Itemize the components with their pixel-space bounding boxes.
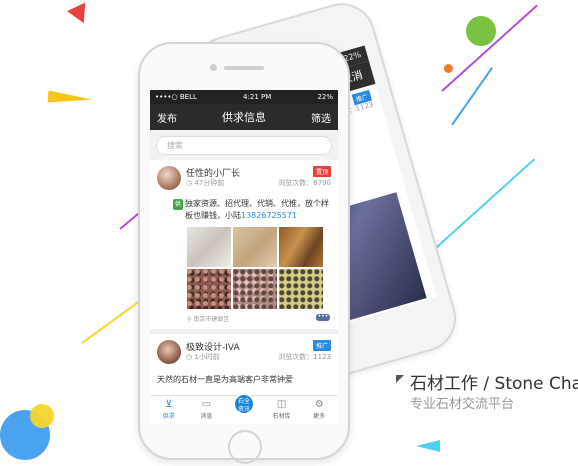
post-location: ⚲ 南京市建邺区 bbox=[187, 316, 230, 323]
view-count: 浏览次数：6790 bbox=[278, 179, 331, 187]
brand-corner-mark bbox=[396, 375, 404, 383]
pinned-badge: 置顶 bbox=[312, 166, 331, 177]
brand-title: 石材工作 / Stone Chat bbox=[410, 374, 578, 394]
app-screen: ••••○ BELL 4:21 PM 22% 发布 供求信息 筛选 搜索 任性的… bbox=[150, 90, 338, 424]
tab-stone-news[interactable]: 石全 资讯 bbox=[225, 393, 263, 424]
post-card[interactable]: 极致设计-IVA ◷ 1小时前 推广 浏览次数：1123 天然的石材一直是为高端… bbox=[150, 334, 338, 389]
stone-image-brown-onyx[interactable] bbox=[279, 227, 323, 267]
front-phone: ••••○ BELL 4:21 PM 22% 发布 供求信息 筛选 搜索 任性的… bbox=[138, 42, 350, 464]
filter-button[interactable]: 筛选 bbox=[311, 110, 331, 125]
avatar[interactable] bbox=[157, 166, 181, 190]
stone-news-center-button[interactable]: 石全 资讯 bbox=[232, 393, 255, 415]
stone-image-yellow-granite[interactable] bbox=[279, 269, 323, 309]
cyan-triangle-decoration bbox=[416, 440, 440, 452]
nav-bar: 发布 供求信息 筛选 bbox=[150, 104, 338, 130]
tab-bar: ⊻ 供求 ▭ 消息 石全 资讯 ◫ 石材库 ⚙ 更多 bbox=[150, 393, 338, 424]
battery-label: 22% bbox=[317, 93, 333, 101]
tab-more[interactable]: ⚙ 更多 bbox=[300, 396, 338, 424]
front-camera bbox=[210, 64, 217, 71]
purple-line-decoration bbox=[441, 4, 538, 92]
post-card[interactable]: 任性的小厂长 ◷ 47分钟前 置顶 浏览次数：6790 供独家资源、招代理、代销… bbox=[150, 160, 338, 334]
promo-badge: 推广 bbox=[312, 340, 331, 351]
stone-image-grid bbox=[187, 227, 331, 309]
green-circle-decoration bbox=[466, 16, 496, 46]
tab-stone-library[interactable]: ◫ 石材库 bbox=[263, 396, 301, 424]
clock: 4:21 PM bbox=[243, 93, 272, 101]
publish-button[interactable]: 发布 bbox=[157, 110, 177, 125]
gear-icon: ⚙ bbox=[314, 399, 324, 410]
stone-image-pink-granite[interactable] bbox=[233, 269, 277, 309]
stone-image-red-granite[interactable] bbox=[187, 269, 231, 309]
carrier-label: ••••○ BELL bbox=[155, 93, 197, 101]
more-options-button[interactable]: ••• bbox=[316, 314, 330, 321]
tab-messages[interactable]: ▭ 消息 bbox=[188, 396, 226, 424]
yellow-triangle-decoration bbox=[47, 90, 93, 106]
stone-image-white-marble[interactable] bbox=[187, 227, 231, 267]
post-time: ◷ 47分钟前 bbox=[186, 179, 225, 187]
status-bar: ••••○ BELL 4:21 PM 22% bbox=[150, 90, 338, 104]
post-time: ◷ 1小时前 bbox=[186, 353, 220, 361]
chat-bubble-icon: ▭ bbox=[201, 399, 212, 410]
search-area: 搜索 bbox=[150, 130, 338, 160]
stone-image-beige-marble[interactable] bbox=[233, 227, 277, 267]
tab-supply[interactable]: ⊻ 供求 bbox=[150, 396, 188, 424]
cart-icon: ⊻ bbox=[165, 399, 173, 410]
home-button[interactable] bbox=[228, 430, 262, 464]
red-triangle-decoration bbox=[67, 2, 93, 28]
search-input[interactable]: 搜索 bbox=[156, 136, 332, 155]
phone-number-link[interactable]: 13826725571 bbox=[241, 211, 297, 220]
brand-subtitle: 专业石材交流平台 bbox=[410, 397, 515, 412]
post-text: 天然的石材一直是为高端客户非常钟爱 bbox=[157, 375, 293, 384]
page-title: 供求信息 bbox=[222, 111, 266, 124]
supply-tag: 供 bbox=[173, 199, 184, 210]
orange-dot-decoration bbox=[444, 64, 453, 73]
post-text: 供独家资源、招代理、代销、代推，放个样板也赚钱，小陆13826725571 bbox=[173, 199, 330, 220]
avatar[interactable] bbox=[157, 340, 181, 364]
yellow-circle-decoration bbox=[30, 404, 54, 428]
stone-library-icon: ◫ bbox=[276, 399, 287, 410]
earpiece-speaker bbox=[224, 66, 264, 70]
view-count: 浏览次数：1123 bbox=[278, 353, 331, 361]
